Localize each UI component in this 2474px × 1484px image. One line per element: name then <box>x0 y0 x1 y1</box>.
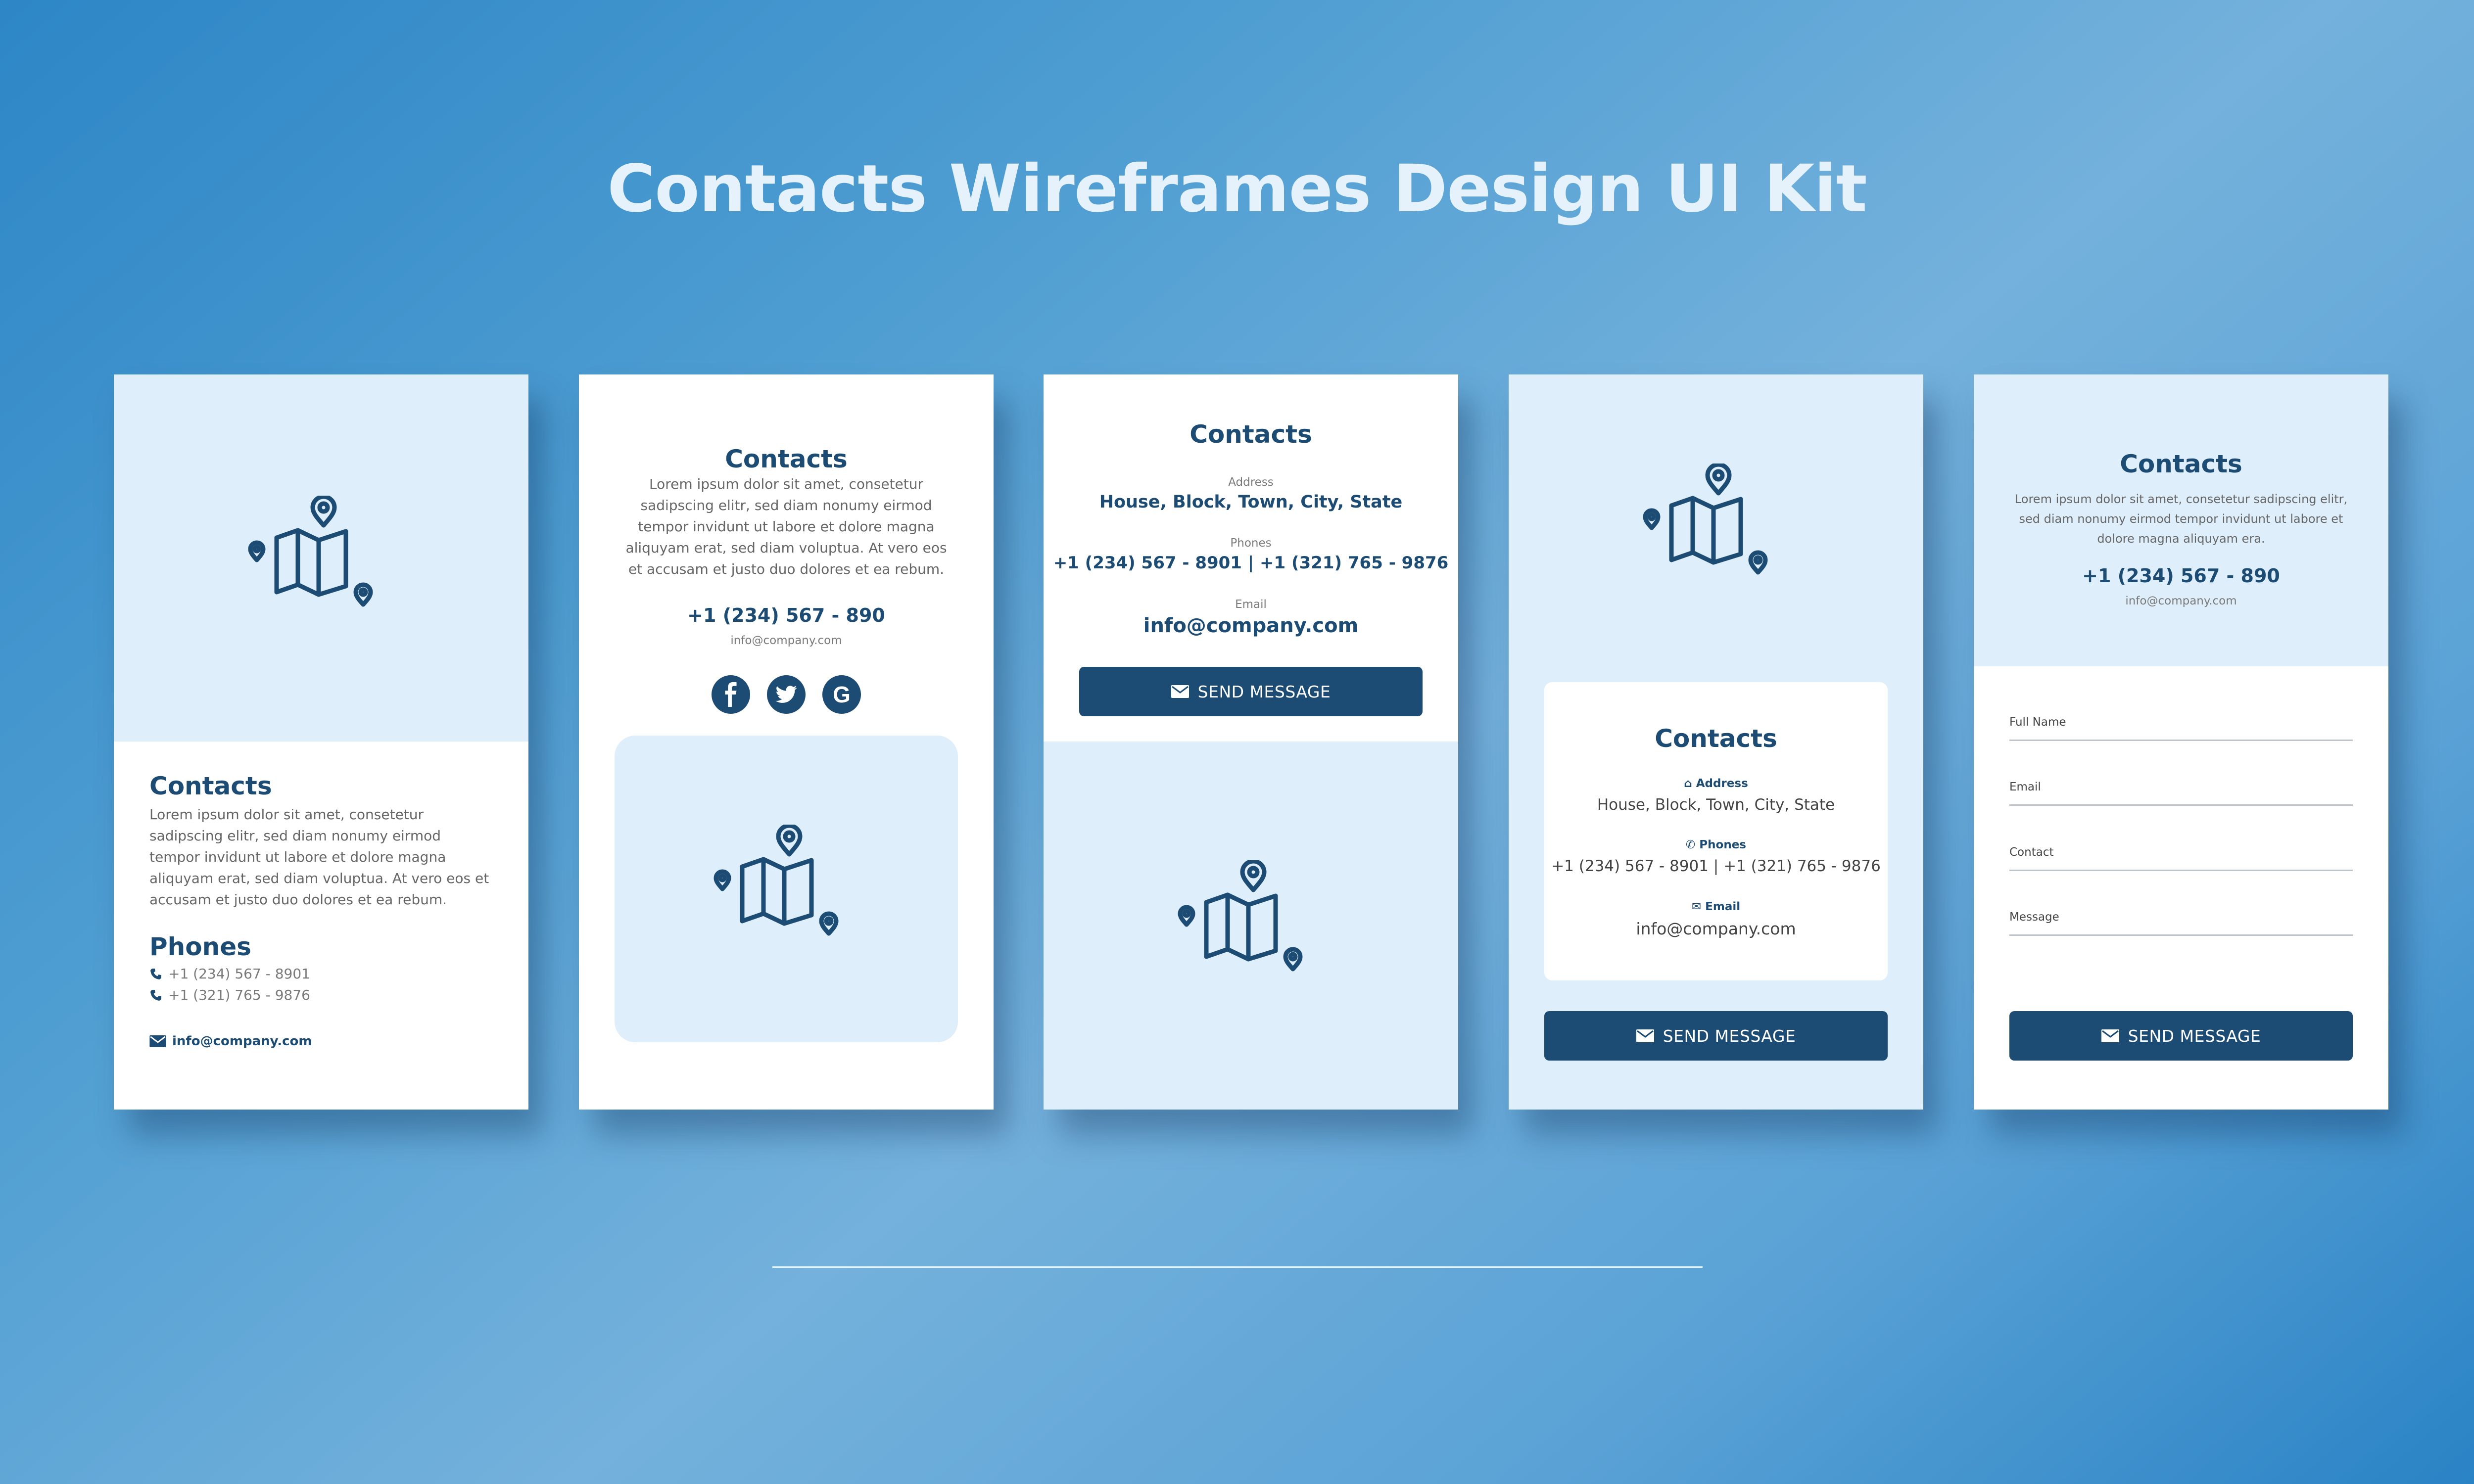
contact-card-5: Contacts Lorem ipsum dolor sit amet, con… <box>1974 374 2388 1110</box>
phones-label: Phones <box>1699 838 1746 851</box>
send-message-button[interactable]: SEND MESSAGE <box>2009 1011 2353 1061</box>
contact-field[interactable] <box>2009 870 2353 871</box>
full-name-label: Full Name <box>2009 716 2066 729</box>
phone-row-1[interactable]: +1 (234) 567 - 8901 <box>149 966 310 982</box>
phones-text[interactable]: +1 (234) 567 - 8901 | +1 (321) 765 - 987… <box>1544 857 1888 875</box>
phone-number: +1 (234) 567 - 8901 <box>168 966 310 982</box>
mail-icon <box>1636 1029 1654 1042</box>
email-label: Email <box>1235 598 1267 611</box>
email-link: info@company.com <box>172 1034 312 1049</box>
card-title: Contacts <box>1655 724 1777 753</box>
address-label: Address <box>1696 777 1748 790</box>
mail-icon <box>1171 685 1189 698</box>
address-text: House, Block, Town, City, State <box>1099 492 1403 512</box>
map-icon <box>247 496 395 624</box>
google-glyph: G <box>833 682 851 707</box>
full-name-field[interactable] <box>2009 740 2353 741</box>
phone-number[interactable]: +1 (234) 567 - 890 <box>1974 565 2388 587</box>
message-label: Message <box>2009 911 2059 924</box>
contact-card-2: Contacts Lorem ipsum dolor sit amet, con… <box>579 374 994 1110</box>
email-field[interactable] <box>2009 804 2353 806</box>
email-label-row: ✉ Email <box>1544 900 1888 913</box>
map-icon <box>1177 860 1325 989</box>
twitter-icon[interactable] <box>767 675 806 714</box>
contact-card-4: Contacts ⌂ Address House, Block, Town, C… <box>1509 374 1923 1110</box>
home-icon: ⌂ <box>1684 777 1692 790</box>
card-title: Contacts <box>149 772 272 800</box>
button-label: SEND MESSAGE <box>1197 682 1331 701</box>
card-title: Contacts <box>2120 450 2242 478</box>
address-text: House, Block, Town, City, State <box>1597 796 1835 814</box>
facebook-icon[interactable] <box>712 675 750 714</box>
email-text[interactable]: info@company.com <box>1044 614 1458 637</box>
phones-heading: Phones <box>149 932 251 961</box>
phone-number[interactable]: +1 (234) 567 - 890 <box>579 604 994 626</box>
email-link[interactable]: info@company.com <box>1974 595 2388 607</box>
map-icon <box>1642 464 1790 592</box>
mail-icon <box>149 1035 166 1047</box>
phones-label: Phones <box>1230 537 1272 550</box>
email-label: Email <box>2009 781 2041 793</box>
phone-icon <box>149 968 162 980</box>
contact-label: Contact <box>2009 846 2054 859</box>
google-icon[interactable]: G <box>822 675 861 714</box>
address-label: Address <box>1228 476 1274 489</box>
contact-card-3: Contacts Address House, Block, Town, Cit… <box>1044 374 1458 1110</box>
map-icon <box>713 825 861 953</box>
card-description: Lorem ipsum dolor sit amet, consetetur s… <box>625 476 947 577</box>
button-label: SEND MESSAGE <box>1663 1026 1796 1046</box>
header-panel: Contacts Lorem ipsum dolor sit amet, con… <box>1974 374 2388 666</box>
email-text[interactable]: info@company.com <box>1544 919 1888 938</box>
contact-card-1: Contacts Lorem ipsum dolor sit amet, con… <box>114 374 528 1110</box>
phone-number: +1 (321) 765 - 9876 <box>168 987 310 1003</box>
map-panel <box>1044 742 1458 1110</box>
send-message-button[interactable]: SEND MESSAGE <box>1544 1011 1888 1061</box>
email-label: Email <box>1705 900 1741 913</box>
phones-label-row: ✆ Phones <box>1544 838 1888 851</box>
card-title: Contacts <box>1189 420 1312 449</box>
phone-icon: ✆ <box>1686 838 1696 851</box>
phone-row-2[interactable]: +1 (321) 765 - 9876 <box>149 987 310 1003</box>
card-description: Lorem ipsum dolor sit amet, consetetur s… <box>2014 492 2348 546</box>
send-message-button[interactable]: SEND MESSAGE <box>1079 667 1423 716</box>
map-panel <box>615 736 958 1042</box>
map-panel <box>114 374 528 742</box>
mail-icon: ✉ <box>1691 900 1702 913</box>
message-field[interactable] <box>2009 934 2353 936</box>
button-label: SEND MESSAGE <box>2128 1026 2261 1046</box>
email-row[interactable]: info@company.com <box>149 1034 312 1049</box>
phone-icon <box>149 989 162 1002</box>
phones-text[interactable]: +1 (234) 567 - 8901 | +1 (321) 765 - 987… <box>1044 553 1458 573</box>
email-link[interactable]: info@company.com <box>579 634 994 647</box>
divider-line <box>772 1266 1703 1268</box>
address-label-row: ⌂ Address <box>1544 777 1888 790</box>
mail-icon <box>2101 1029 2119 1042</box>
contact-info-box: Contacts ⌂ Address House, Block, Town, C… <box>1544 682 1888 980</box>
page-title: Contacts Wireframes Design UI Kit <box>607 151 1867 227</box>
card-title: Contacts <box>725 445 848 473</box>
card-description: Lorem ipsum dolor sit amet, consetetur s… <box>149 806 489 908</box>
